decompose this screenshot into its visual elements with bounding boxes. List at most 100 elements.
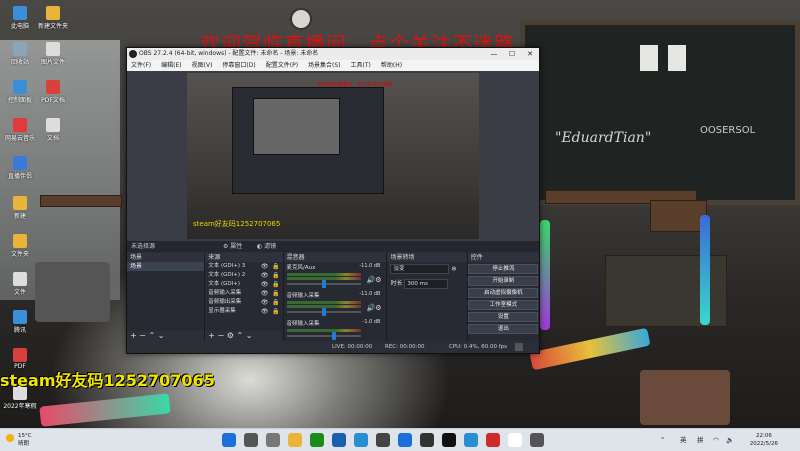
lock-icon[interactable]: 🔒: [272, 298, 279, 307]
app-icon[interactable]: [398, 433, 412, 447]
lock-icon[interactable]: 🔒: [272, 289, 279, 298]
sources-dock-controls[interactable]: + − ⚙ ⌃ ⌄: [205, 331, 283, 341]
desktop-icon[interactable]: 文件: [0, 272, 40, 296]
eye-icon[interactable]: 👁: [261, 280, 269, 289]
chalkboard-text: "EduardTian": [555, 130, 652, 146]
ime-pinyin[interactable]: 拼: [697, 429, 704, 451]
mixer-channel-db: -11.0 dB: [359, 291, 381, 297]
source-item[interactable]: 文本 (GDI+) 👁 🔒: [205, 280, 282, 289]
desktop-icon[interactable]: 文件夹: [0, 234, 40, 258]
start-virtual-camera-button[interactable]: 启动虚拟摄像机: [468, 288, 539, 298]
volume-slider[interactable]: [286, 308, 361, 316]
desktop-icon[interactable]: 新建文件夹: [33, 6, 73, 30]
qq-icon[interactable]: [464, 433, 478, 447]
menu-docks[interactable]: 停靠窗口(D): [222, 60, 255, 71]
chalkboard-paper: [640, 45, 658, 71]
menu-edit[interactable]: 编辑(E): [161, 60, 181, 71]
obs-docks: 场景 场景 + − ⌃ ⌄ 来源 文本 (GDI+) 3 👁 🔒 文本 (GDI+)…: [127, 253, 539, 341]
duration-input[interactable]: 300 ms: [404, 278, 449, 289]
source-item[interactable]: 文本 (GDI+) 2 👁 🔒: [205, 271, 282, 280]
wifi-icon[interactable]: ◠: [713, 429, 719, 451]
obs-icon[interactable]: [530, 433, 544, 447]
search-icon[interactable]: [244, 433, 258, 447]
close-icon[interactable]: ✕: [521, 48, 539, 60]
minimize-icon[interactable]: —: [485, 48, 503, 60]
canvas-banner-text: 欢迎驾临直播间，点个关注不迷路: [317, 82, 393, 88]
lock-icon[interactable]: 🔒: [272, 280, 279, 289]
mixer-channel-name: 麦克风/Aux: [286, 265, 316, 271]
obs-titlebar[interactable]: OBS 27.2.4 (64-bit, windows) - 配置文件: 未命名…: [127, 48, 539, 60]
volume-meter: [286, 301, 361, 304]
tray-chevron-icon[interactable]: ⌃: [660, 429, 665, 451]
obs-statusbar: LIVE: 00:00:00 REC: 00:00:00 CPU: 0.4%, …: [127, 341, 539, 353]
desktop-icon[interactable]: 图片文件: [33, 42, 73, 66]
task-view-icon[interactable]: [266, 433, 280, 447]
eye-icon[interactable]: 👁: [261, 289, 269, 298]
desktop-icon[interactable]: 直播伴侣: [0, 156, 40, 180]
start-recording-button[interactable]: 开始录制: [468, 276, 539, 286]
obs-preview-area[interactable]: 欢迎驾临直播间，点个关注不迷路 steam好友码1252707065: [127, 71, 539, 241]
file-explorer-icon[interactable]: [288, 433, 302, 447]
volume-slider[interactable]: [286, 280, 361, 288]
source-item[interactable]: 文本 (GDI+) 3 👁 🔒: [205, 262, 282, 271]
menu-profile[interactable]: 配置文件(P): [266, 60, 298, 71]
steam-icon[interactable]: [376, 433, 390, 447]
start-icon[interactable]: [222, 433, 236, 447]
maximize-icon[interactable]: ☐: [503, 48, 521, 60]
filters-button[interactable]: ◐ 滤镜: [257, 241, 276, 252]
lock-icon[interactable]: 🔒: [272, 307, 279, 316]
xbox-icon[interactable]: [310, 433, 324, 447]
stop-streaming-button[interactable]: 停止推流: [468, 264, 539, 274]
add-transition-icon[interactable]: ⊕: [451, 266, 456, 273]
desktop-icon[interactable]: 文档: [33, 118, 73, 142]
scenes-dock-controls[interactable]: + − ⌃ ⌄: [127, 331, 205, 341]
lock-icon[interactable]: 🔒: [272, 271, 279, 280]
studio-mode-button[interactable]: 工作室模式: [468, 300, 539, 310]
source-item[interactable]: 音频输出采集 👁 🔒: [205, 298, 282, 307]
speaker-icon[interactable]: 🔊⚙: [366, 276, 381, 284]
menu-view[interactable]: 视图(V): [192, 60, 213, 71]
gun-skin-vertical: [540, 220, 550, 330]
wps-icon[interactable]: [486, 433, 500, 447]
app-icon[interactable]: [420, 433, 434, 447]
browser-icon[interactable]: [354, 433, 368, 447]
scenes-dock: 场景 场景 + − ⌃ ⌄: [127, 253, 206, 341]
speaker-icon[interactable]: 🔊⚙: [366, 304, 381, 312]
obs-preview-canvas[interactable]: 欢迎驾临直播间，点个关注不迷路 steam好友码1252707065: [187, 73, 479, 239]
menu-scene-collection[interactable]: 场景集合(S): [308, 60, 341, 71]
exit-button[interactable]: 退出: [468, 324, 539, 334]
eye-icon[interactable]: 👁: [261, 298, 269, 307]
chalkboard-paper: [668, 45, 686, 71]
ime-english[interactable]: 英: [680, 429, 687, 451]
mixer-channel: 麦克风/Aux -11.0 dB 🔊⚙: [284, 262, 387, 290]
volume-slider[interactable]: [286, 332, 361, 340]
sources-dock-title: 来源: [205, 253, 283, 262]
transition-select[interactable]: 淡变: [390, 264, 450, 274]
lock-icon[interactable]: 🔒: [272, 262, 279, 271]
source-item[interactable]: 音频输入采集 👁 🔒: [205, 289, 282, 298]
taskbar-clock[interactable]: 22:06 2022/5/26: [750, 432, 778, 448]
source-item[interactable]: 显示器采集 👁 🔒: [205, 307, 282, 316]
menu-file[interactable]: 文件(F): [131, 60, 151, 71]
tiktok-icon[interactable]: [442, 433, 456, 447]
menu-help[interactable]: 帮助(H): [381, 60, 402, 71]
eye-icon[interactable]: 👁: [261, 271, 269, 280]
mixer-channel-db: -1.0 dB: [362, 319, 381, 325]
cpu-status: CPU: 0.4%, 60.00 fps: [449, 344, 508, 350]
chrome-icon[interactable]: [508, 433, 522, 447]
edge-icon[interactable]: [332, 433, 346, 447]
duration-label: 时长: [390, 280, 403, 287]
desktop-icon[interactable]: 腾讯: [0, 310, 40, 334]
eye-icon[interactable]: 👁: [261, 262, 269, 271]
desktop-icon[interactable]: 新建: [0, 196, 40, 220]
scenes-dock-title: 场景: [127, 253, 205, 262]
eye-icon[interactable]: 👁: [261, 307, 269, 316]
menu-tools[interactable]: 工具(T): [351, 60, 371, 71]
obs-window[interactable]: OBS 27.2.4 (64-bit, windows) - 配置文件: 未命名…: [126, 47, 540, 354]
scene-item[interactable]: 场景: [127, 262, 205, 271]
settings-button[interactable]: 设置: [468, 312, 539, 322]
properties-button[interactable]: ⚙ 属性: [223, 241, 242, 252]
desktop-icon[interactable]: PDF文档: [33, 80, 73, 104]
volume-icon[interactable]: 🔈: [726, 429, 734, 451]
transitions-dock: 场景转场 淡变 ⊕ 时长 300 ms: [387, 253, 468, 341]
